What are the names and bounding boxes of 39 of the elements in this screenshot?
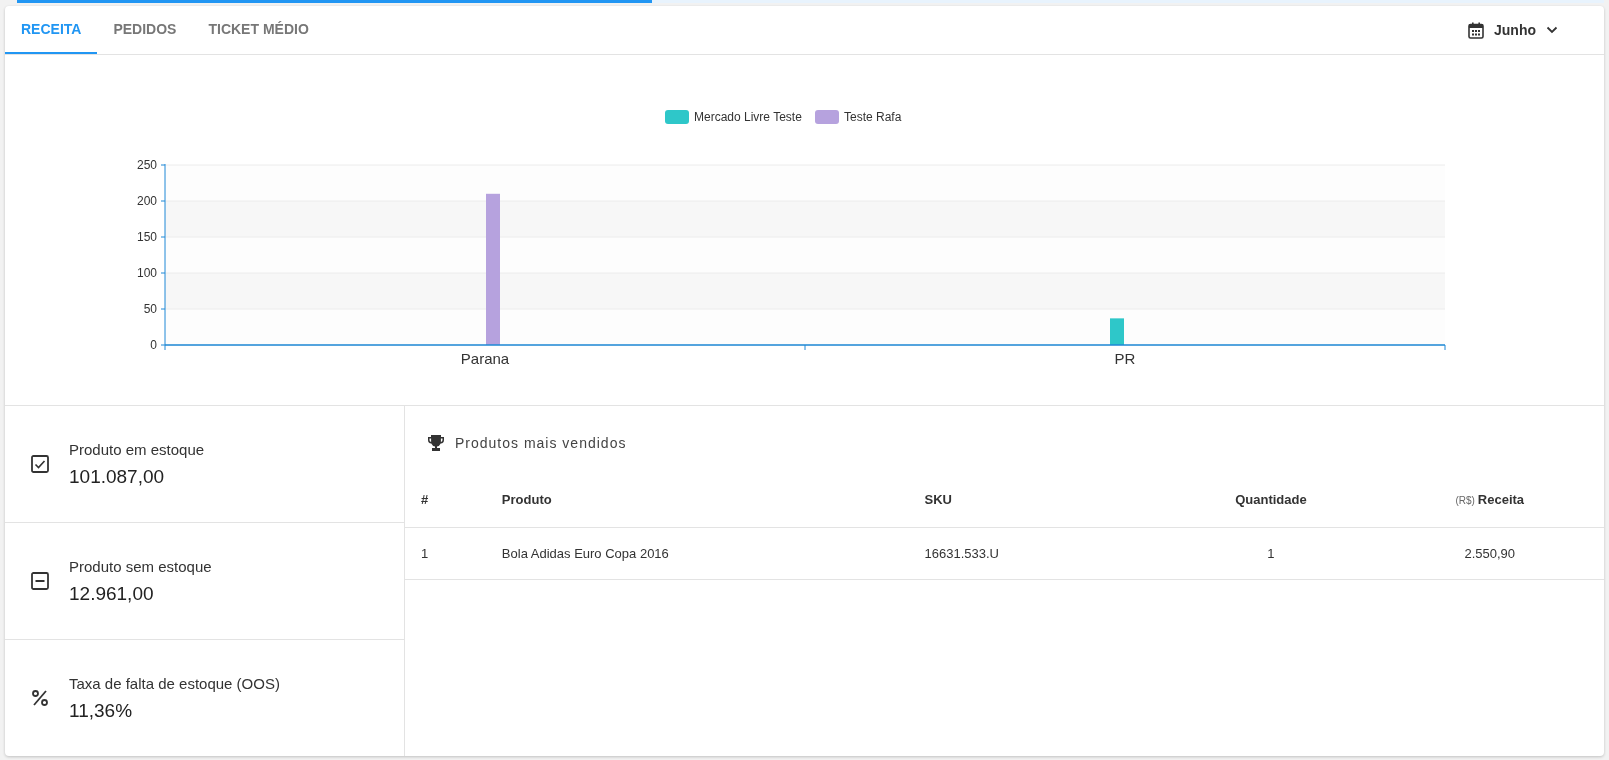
chevron-down-icon [1546,26,1558,34]
chart-bar [1110,318,1124,345]
stat-value: 12.961,00 [69,582,155,605]
column-header: # [405,472,486,528]
table-cell: Bola Adidas Euro Copa 2016 [485,527,909,580]
axis-tick-label: 0 [150,338,157,352]
stat-value: 101.087,00 [69,465,166,488]
axis-tick-label: 100 [136,266,157,280]
legend-item[interactable]: Mercado Livre Teste [665,110,802,124]
stat-title: Produto em estoque [69,440,205,458]
column-header: Quantidade [1166,472,1376,528]
legend-item[interactable]: Teste Rafa [815,110,902,124]
axis-tick-label: 150 [136,230,157,244]
tab[interactable]: TICKET MÉDIO [192,6,325,54]
legend-label: Teste Rafa [844,110,902,124]
table-cell: 1 [1166,527,1376,580]
axis-tick-label: 200 [136,194,157,208]
stat-title: Produto sem estoque [69,557,212,575]
tab[interactable]: PEDIDOS [97,6,193,54]
trophy-icon [427,434,445,452]
stat-value: 11,36% [69,699,134,722]
calendar-icon [1468,21,1484,39]
month-selector[interactable]: Junho [1462,6,1564,54]
legend-label: Mercado Livre Teste [694,110,803,124]
percent-icon [31,689,49,707]
table-cell: 16631.533.U [908,527,1167,580]
axis-category-label: PR [1114,350,1136,367]
stat-title: Taxa de falta de estoque (OOS) [69,674,280,692]
table-cell: 1 [405,527,486,580]
panel-title: Produtos mais vendidos [455,435,627,451]
axis-category-label: Parana [460,350,510,367]
axis-tick-label: 50 [143,302,157,316]
column-header: (R$) Receita [1375,472,1604,528]
column-header: Produto [485,472,909,528]
table-cell: 2.550,90 [1375,527,1604,580]
minus-box-icon [31,572,49,590]
axis-tick-label: 250 [136,158,157,172]
checkbox-icon [31,455,49,473]
column-header: SKU [908,472,1167,528]
